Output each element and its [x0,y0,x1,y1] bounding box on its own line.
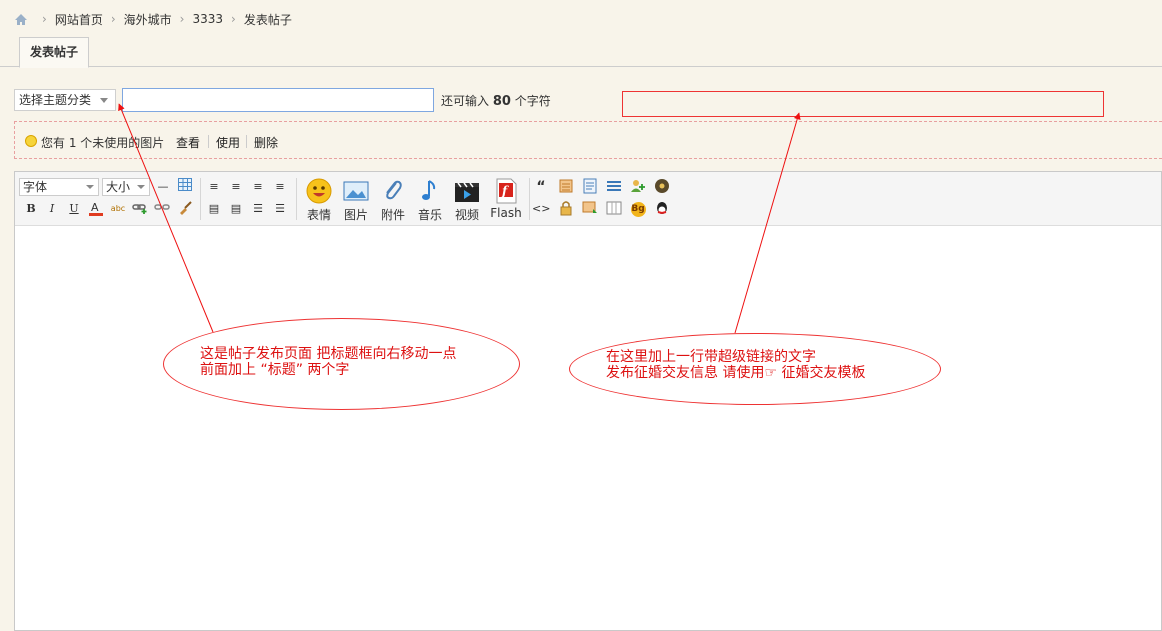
annotation-arrows [118,103,801,334]
tab-new-post[interactable]: 发表帖子 [19,37,90,68]
arrow-left [118,103,214,333]
arrow-right [734,112,801,334]
